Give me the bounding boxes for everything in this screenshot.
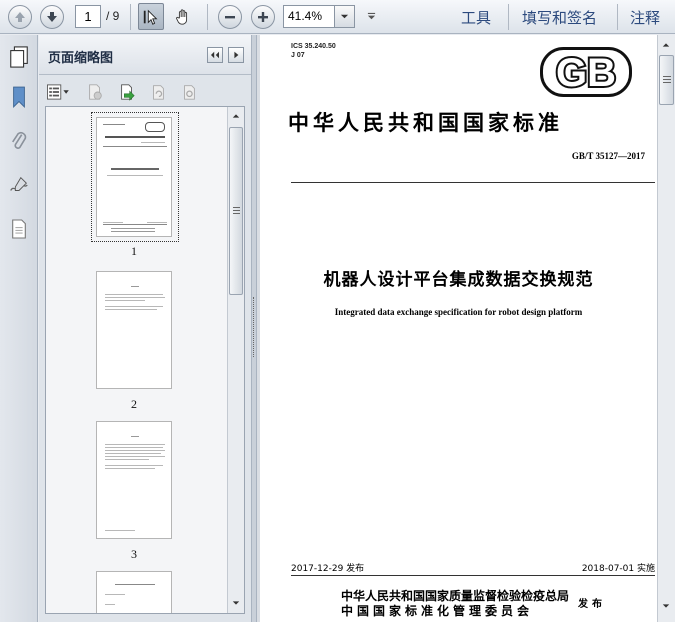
issue-date: 2017-12-29 发布 xyxy=(291,564,365,574)
panel-title: 页面缩略图 xyxy=(48,51,114,66)
thumbnail-options-button[interactable] xyxy=(45,81,73,103)
thumbnail-panel: 页面缩略图 1 2 3 xyxy=(39,35,251,622)
thumbnail-label: 1 xyxy=(131,244,137,258)
hand-icon xyxy=(176,8,188,25)
mini-gb-logo xyxy=(145,122,165,132)
insert-page-icon xyxy=(121,84,135,101)
scrollbar-thumb[interactable] xyxy=(659,55,674,105)
more-tools-button[interactable] xyxy=(365,8,377,24)
signature-pen-icon xyxy=(10,176,28,191)
zoom-in-button[interactable] xyxy=(251,5,275,29)
page-total: / 9 xyxy=(106,9,120,23)
thumbnail-scrollbar[interactable] xyxy=(227,107,244,613)
thumbnail-label: 2 xyxy=(131,397,137,411)
delete-page-icon xyxy=(89,84,102,100)
rotate-pages-button[interactable] xyxy=(147,81,169,103)
bookmark-icon xyxy=(13,86,25,108)
document-title-chinese: 机器人设计平台集成数据交换规范 xyxy=(323,270,594,290)
toolbar-divider xyxy=(130,4,131,30)
delete-pages-button[interactable] xyxy=(84,81,106,103)
thumbnail-list[interactable]: 1 2 3 xyxy=(45,106,245,614)
document-view[interactable]: ICS 35.240.50 J 07 GB 中华人民共和国国家标准 GB/T 3… xyxy=(257,35,675,622)
document-page: ICS 35.240.50 J 07 GB 中华人民共和国国家标准 GB/T 3… xyxy=(260,35,657,622)
zoom-dropdown-button[interactable] xyxy=(334,6,354,27)
thumbnail-toolbar xyxy=(39,76,251,106)
attachments-nav-button[interactable] xyxy=(6,127,32,155)
plus-icon xyxy=(258,12,268,22)
chevron-up-icon xyxy=(232,114,240,118)
thumbnail-page-2[interactable] xyxy=(96,271,172,389)
hand-tool-button[interactable] xyxy=(170,3,196,30)
scroll-down-button[interactable] xyxy=(658,598,674,614)
scroll-up-button[interactable] xyxy=(228,108,244,124)
issuer-name-2: 中国国家标准化管理委员会 xyxy=(341,604,534,618)
previous-page-button[interactable] xyxy=(8,5,32,29)
next-page-button[interactable] xyxy=(40,5,64,29)
arrow-down-icon xyxy=(47,12,57,22)
bookmarks-nav-button[interactable] xyxy=(6,83,32,111)
document-scrollbar[interactable] xyxy=(657,35,675,622)
toolbar-divider xyxy=(207,4,208,30)
fill-and-sign-link[interactable]: 填写和签名 xyxy=(522,7,597,28)
publish-label: 发布 xyxy=(578,599,606,610)
signatures-nav-button[interactable] xyxy=(6,171,32,199)
list-options-icon xyxy=(47,84,69,100)
page-number-input[interactable] xyxy=(75,5,101,28)
chevron-down-icon xyxy=(367,12,375,19)
panel-options-button[interactable] xyxy=(228,47,244,63)
page-thumbnails-nav-button[interactable] xyxy=(6,43,32,71)
gb-logo-text: GB xyxy=(556,51,616,95)
chevron-up-icon xyxy=(662,43,670,47)
navigation-pane xyxy=(0,35,38,622)
document-icon xyxy=(12,219,26,239)
thumbnail-page-4[interactable] xyxy=(96,571,172,613)
collapse-panel-button[interactable] xyxy=(207,47,223,63)
select-tool-button[interactable] xyxy=(138,3,164,30)
gb-logo: GB xyxy=(540,47,632,97)
chevron-right-icon xyxy=(234,51,239,59)
chevron-down-icon xyxy=(340,14,349,19)
toolbar-divider xyxy=(508,4,509,30)
standard-title: 中华人民共和国国家标准 xyxy=(288,110,563,135)
pages-icon xyxy=(10,46,28,68)
ics-code: ICS 35.240.50 xyxy=(291,43,336,50)
comment-link[interactable]: 注释 xyxy=(630,7,660,28)
paperclip-icon xyxy=(12,132,27,149)
standard-number: GB/T 35127—2017 xyxy=(571,151,645,161)
scrollbar-thumb[interactable] xyxy=(229,127,243,295)
minus-icon xyxy=(225,16,235,19)
ccs-code: J 07 xyxy=(291,52,305,59)
implementation-date: 2018-07-01 实施 xyxy=(581,564,655,574)
toolbar: / 9 41.4% xyxy=(0,0,675,34)
insert-pages-button[interactable] xyxy=(116,81,138,103)
page-properties-icon xyxy=(184,85,195,100)
double-chevron-left-icon xyxy=(211,51,219,59)
scroll-up-button[interactable] xyxy=(658,37,674,53)
rotate-page-icon xyxy=(153,85,164,100)
divider-line xyxy=(291,575,655,576)
toolbar-divider xyxy=(617,4,618,30)
document-title-english: Integrated data exchange specification f… xyxy=(334,307,583,317)
tools-link[interactable]: 工具 xyxy=(461,7,491,28)
page-properties-button[interactable] xyxy=(178,81,200,103)
thumbnail-label: 3 xyxy=(131,547,137,561)
zoom-value: 41.4% xyxy=(288,9,323,23)
text-cursor-arrow-icon xyxy=(143,9,158,25)
thumbnail-page-1[interactable] xyxy=(96,117,172,237)
thumbnail-page-3[interactable] xyxy=(96,421,172,539)
divider-line xyxy=(291,182,655,183)
zoom-select[interactable]: 41.4% xyxy=(283,5,355,28)
panel-header: 页面缩略图 xyxy=(39,35,251,75)
chevron-down-icon xyxy=(662,604,670,608)
pdf-reader-window: / 9 41.4% xyxy=(0,0,675,622)
layers-nav-button[interactable] xyxy=(6,215,32,243)
chevron-down-icon xyxy=(232,601,240,605)
scroll-down-button[interactable] xyxy=(228,595,244,611)
arrow-up-icon xyxy=(15,12,25,22)
splitter-grip xyxy=(253,297,255,357)
zoom-out-button[interactable] xyxy=(218,5,242,29)
